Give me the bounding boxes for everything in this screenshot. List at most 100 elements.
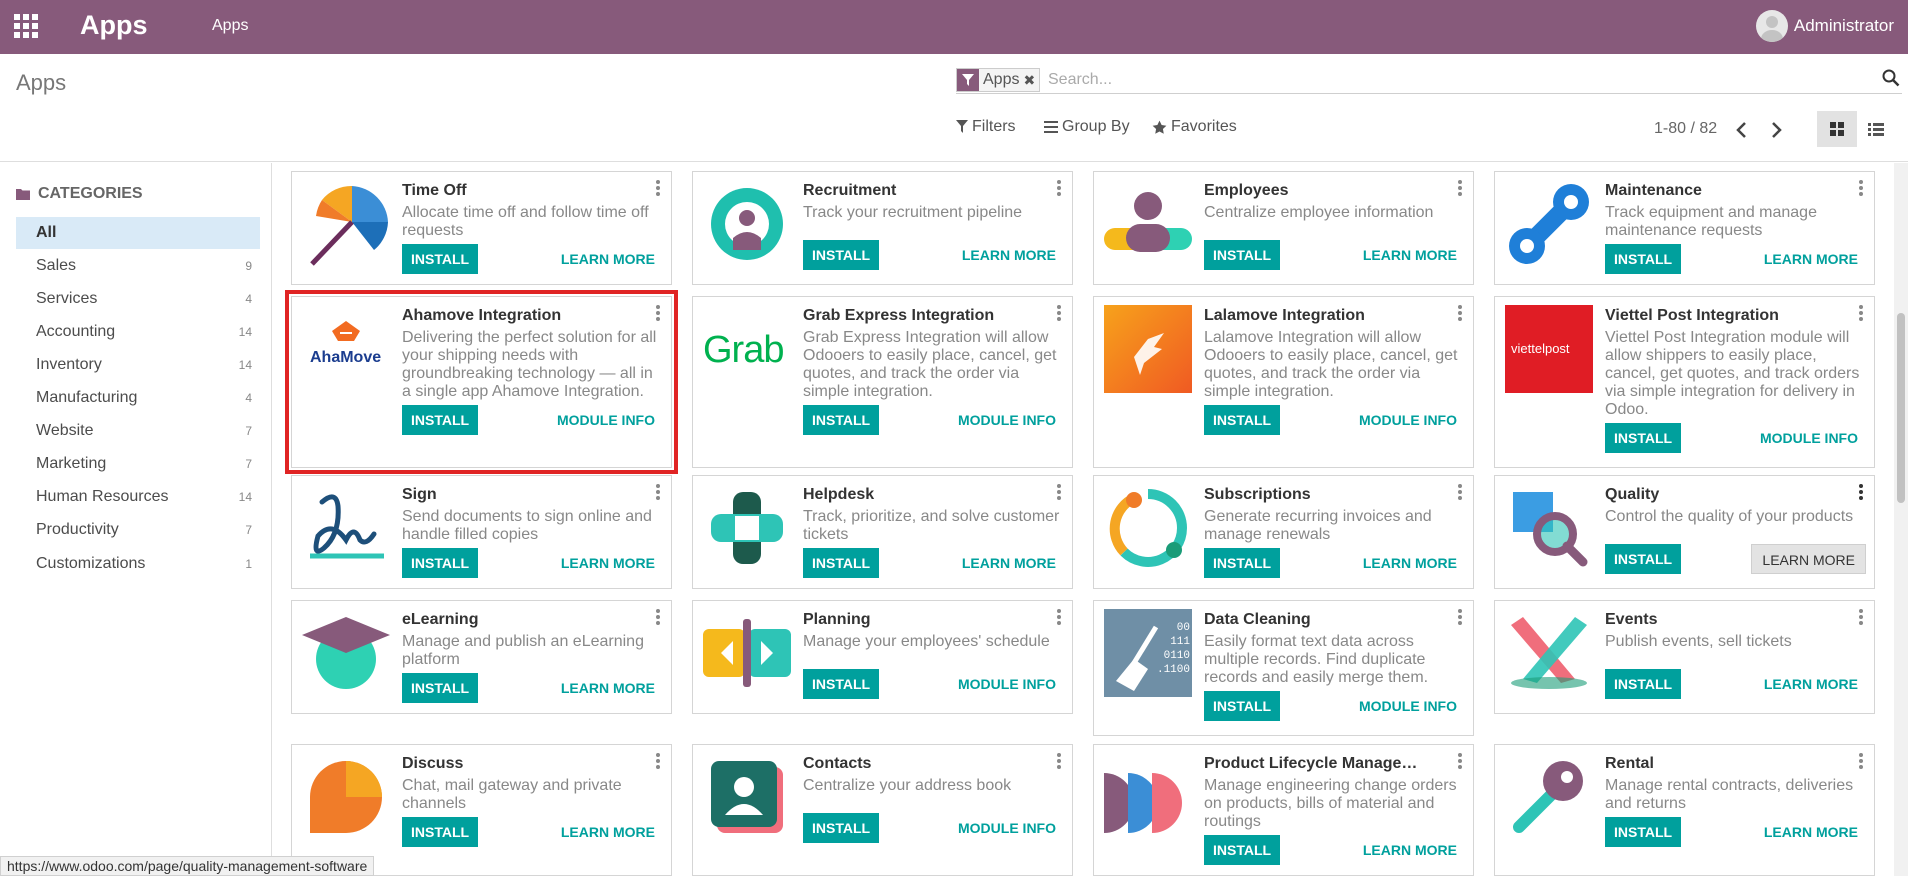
learn-more-button[interactable]: LEARN MORE [1363, 548, 1457, 578]
app-brand[interactable]: Apps [80, 10, 148, 41]
install-button[interactable]: INSTALL [803, 813, 880, 843]
kebab-menu-icon[interactable] [655, 305, 661, 321]
install-button[interactable]: INSTALL [402, 673, 479, 703]
install-button[interactable]: INSTALL [402, 548, 479, 578]
search-input[interactable] [1048, 68, 1828, 92]
kebab-menu-icon[interactable] [1457, 609, 1463, 625]
install-button[interactable]: INSTALL [1204, 405, 1281, 435]
learn-more-button[interactable]: LEARN MORE [561, 244, 655, 274]
favorites-button[interactable]: Favorites [1152, 118, 1237, 136]
pager-next-icon[interactable] [1768, 118, 1788, 142]
app-card[interactable]: Contacts Centralize your address book IN… [692, 744, 1073, 876]
apps-grid-icon[interactable] [14, 14, 40, 40]
learn-more-button[interactable]: LEARN MORE [1363, 835, 1457, 865]
module-info-button[interactable]: MODULE INFO [1760, 423, 1858, 453]
app-card[interactable]: Recruitment Track your recruitment pipel… [692, 171, 1073, 285]
install-button[interactable]: INSTALL [803, 240, 880, 270]
app-card[interactable]: Planning Manage your employees' schedule… [692, 600, 1073, 714]
kebab-menu-icon[interactable] [1858, 484, 1864, 500]
kebab-menu-icon[interactable] [1858, 180, 1864, 196]
install-button[interactable]: INSTALL [1605, 544, 1682, 574]
search-facet[interactable]: Apps ✖ [956, 68, 1041, 92]
app-card[interactable]: Employees Centralize employee informatio… [1093, 171, 1474, 285]
install-button[interactable]: INSTALL [1605, 244, 1682, 274]
module-info-button[interactable]: MODULE INFO [958, 813, 1056, 843]
pager-value[interactable]: 1-80 / 82 [1654, 120, 1717, 138]
menu-item-apps[interactable]: Apps [212, 17, 248, 35]
search-icon[interactable] [1882, 69, 1902, 89]
filters-button[interactable]: Filters [956, 118, 1016, 136]
app-card[interactable]: AhaMove Ahamove Integration Delivering t… [285, 290, 678, 474]
kebab-menu-icon[interactable] [1457, 753, 1463, 769]
learn-more-button[interactable]: LEARN MORE [962, 548, 1056, 578]
install-button[interactable]: INSTALL [1605, 669, 1682, 699]
app-card[interactable]: Sign Send documents to sign online and h… [291, 475, 672, 589]
install-button[interactable]: INSTALL [1605, 423, 1682, 453]
app-card[interactable]: Grab Grab Express Integration Grab Expre… [692, 296, 1073, 468]
kebab-menu-icon[interactable] [655, 484, 661, 500]
install-button[interactable]: INSTALL [1204, 835, 1281, 865]
kebab-menu-icon[interactable] [655, 753, 661, 769]
kebab-menu-icon[interactable] [1056, 305, 1062, 321]
module-info-button[interactable]: MODULE INFO [557, 405, 655, 435]
module-info-button[interactable]: MODULE INFO [958, 669, 1056, 699]
app-card[interactable]: Lalamove Integration Lalamove Integratio… [1093, 296, 1474, 468]
app-card[interactable]: Subscriptions Generate recurring invoice… [1093, 475, 1474, 589]
pager-previous-icon[interactable] [1734, 118, 1754, 142]
kebab-menu-icon[interactable] [1056, 753, 1062, 769]
kebab-menu-icon[interactable] [1457, 305, 1463, 321]
app-card[interactable]: Rental Manage rental contracts, deliveri… [1494, 744, 1875, 876]
kebab-menu-icon[interactable] [1056, 180, 1062, 196]
app-card[interactable]: Maintenance Track equipment and manage m… [1494, 171, 1875, 285]
learn-more-button[interactable]: LEARN MORE [1764, 817, 1858, 847]
kebab-menu-icon[interactable] [1858, 753, 1864, 769]
scrollbar-thumb[interactable] [1897, 313, 1905, 503]
category-productivity[interactable]: Productivity 7 [16, 514, 260, 546]
list-view-icon[interactable] [1856, 111, 1896, 147]
learn-more-button[interactable]: LEARN MORE [561, 673, 655, 703]
category-sales[interactable]: Sales 9 [16, 250, 260, 282]
install-button[interactable]: INSTALL [1204, 548, 1281, 578]
category-website[interactable]: Website 7 [16, 415, 260, 447]
kebab-menu-icon[interactable] [655, 180, 661, 196]
category-human-resources[interactable]: Human Resources 14 [16, 481, 260, 513]
learn-more-button[interactable]: LEARN MORE [561, 817, 655, 847]
kebab-menu-icon[interactable] [1056, 609, 1062, 625]
install-button[interactable]: INSTALL [803, 405, 880, 435]
kebab-menu-icon[interactable] [1457, 484, 1463, 500]
category-marketing[interactable]: Marketing 7 [16, 448, 260, 480]
app-card[interactable]: 00 111 0110 .1100 Data Cleaning Easily f… [1093, 600, 1474, 736]
close-icon[interactable]: ✖ [1023, 69, 1039, 91]
scrollbar[interactable] [1894, 163, 1908, 876]
app-card[interactable]: Time Off Allocate time off and follow ti… [291, 171, 672, 285]
module-info-button[interactable]: MODULE INFO [1359, 405, 1457, 435]
install-button[interactable]: INSTALL [402, 405, 479, 435]
install-button[interactable]: INSTALL [803, 548, 880, 578]
learn-more-button[interactable]: LEARN MORE [962, 240, 1056, 270]
learn-more-button[interactable]: LEARN MORE [1751, 544, 1866, 574]
app-card[interactable]: Events Publish events, sell tickets INST… [1494, 600, 1875, 714]
install-button[interactable]: INSTALL [402, 244, 479, 274]
app-card[interactable]: eLearning Manage and publish an eLearnin… [291, 600, 672, 714]
kebab-menu-icon[interactable] [1858, 609, 1864, 625]
category-all[interactable]: All [16, 217, 260, 249]
learn-more-button[interactable]: LEARN MORE [1363, 240, 1457, 270]
category-customizations[interactable]: Customizations 1 [16, 548, 260, 580]
category-accounting[interactable]: Accounting 14 [16, 316, 260, 348]
install-button[interactable]: INSTALL [803, 669, 880, 699]
app-card[interactable]: viettelpost Viettel Post Integration Vie… [1494, 296, 1875, 468]
learn-more-button[interactable]: LEARN MORE [561, 548, 655, 578]
module-info-button[interactable]: MODULE INFO [958, 405, 1056, 435]
kebab-menu-icon[interactable] [655, 609, 661, 625]
kebab-menu-icon[interactable] [1858, 305, 1864, 321]
category-services[interactable]: Services 4 [16, 283, 260, 315]
install-button[interactable]: INSTALL [402, 817, 479, 847]
user-menu[interactable]: Administrator [1755, 9, 1894, 43]
install-button[interactable]: INSTALL [1204, 240, 1281, 270]
learn-more-button[interactable]: LEARN MORE [1764, 669, 1858, 699]
kebab-menu-icon[interactable] [1056, 484, 1062, 500]
kanban-view-icon[interactable] [1817, 111, 1857, 147]
category-inventory[interactable]: Inventory 14 [16, 349, 260, 381]
app-card[interactable]: Quality Control the quality of your prod… [1494, 475, 1875, 589]
learn-more-button[interactable]: LEARN MORE [1764, 244, 1858, 274]
